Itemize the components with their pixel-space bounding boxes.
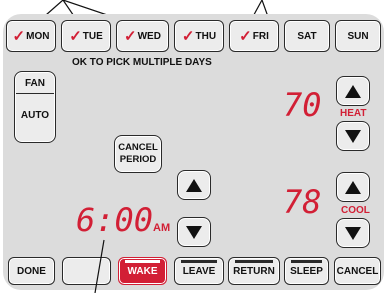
time-callout-line bbox=[94, 239, 105, 293]
